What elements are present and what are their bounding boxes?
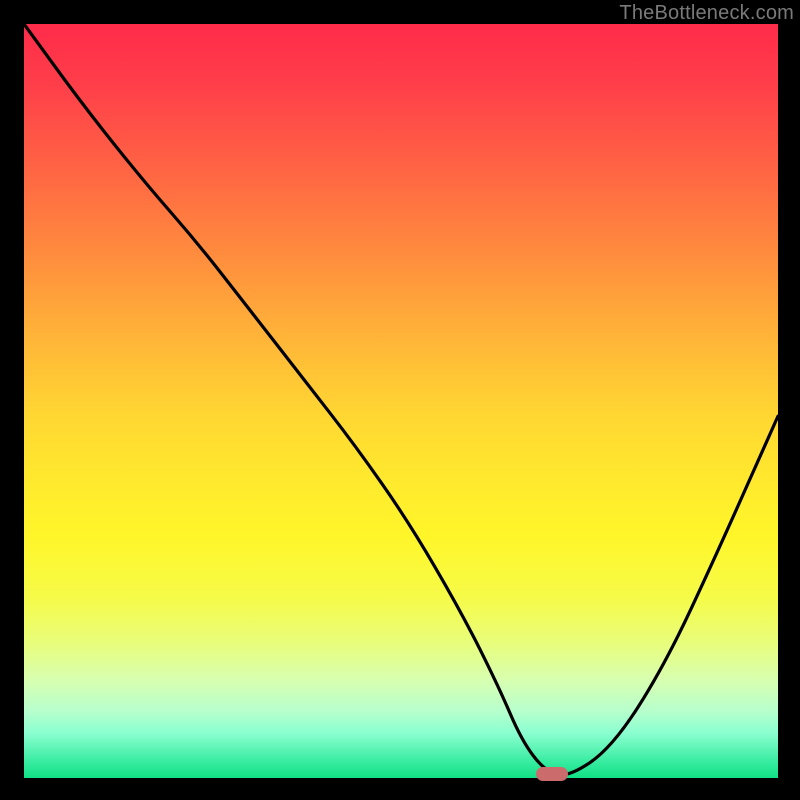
watermark-text: TheBottleneck.com: [619, 2, 794, 25]
plot-area: [24, 24, 778, 778]
curve-layer: [24, 24, 778, 778]
bottleneck-curve-path: [24, 24, 778, 775]
optimum-marker: [536, 767, 568, 781]
bottleneck-chart: TheBottleneck.com: [0, 0, 800, 800]
